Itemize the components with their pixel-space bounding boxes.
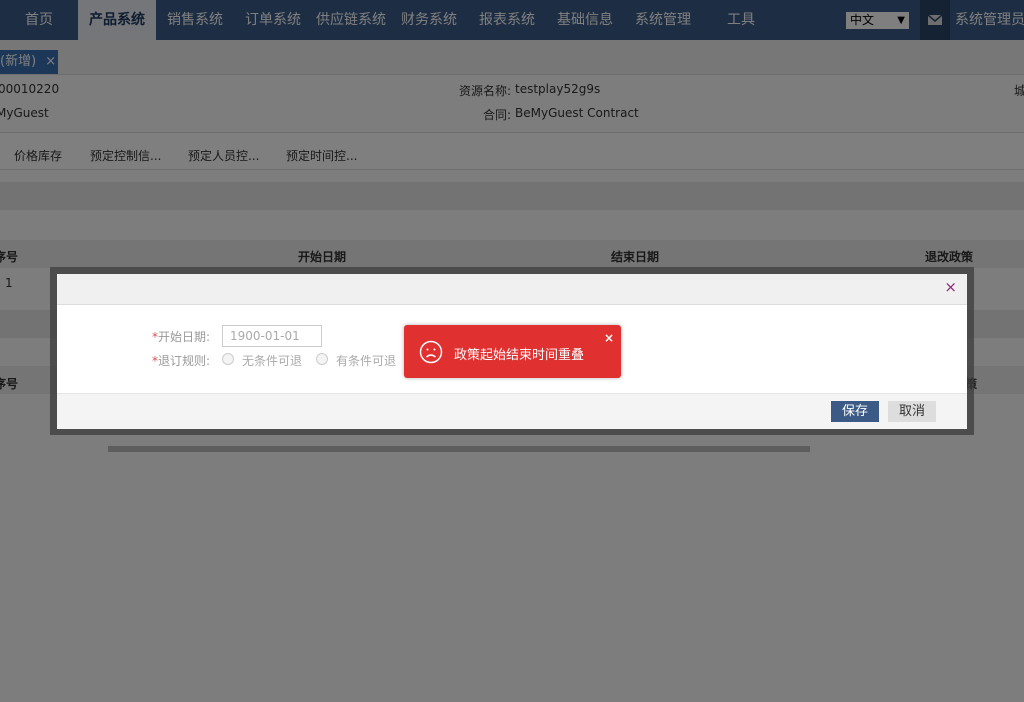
cancel-button[interactable]: 取消 [888,401,936,422]
sad-face-icon [419,340,443,364]
toast-close-icon[interactable]: × [604,331,614,345]
toast-message: 政策起始结束时间重叠 [454,348,585,363]
radio-unconditional-refund-label[interactable]: 无条件可退 [242,352,302,369]
error-toast: 政策起始结束时间重叠 × [404,325,621,378]
start-date-label: *开始日期: [152,328,210,345]
dialog-header: × [57,274,967,305]
save-button[interactable]: 保存 [831,401,879,422]
start-date-label-text: 开始日期: [158,330,211,344]
radio-unconditional-refund[interactable] [222,353,234,365]
start-date-input[interactable]: 1900-01-01 [222,325,322,347]
refund-rule-label-text: 退订规则: [158,354,211,368]
refund-rule-label: *退订规则: [152,352,210,369]
dialog-footer: 保存 取消 [57,393,967,429]
dialog-close-icon[interactable]: × [944,280,957,295]
radio-conditional-refund-label[interactable]: 有条件可退 [336,352,396,369]
radio-conditional-refund[interactable] [316,353,328,365]
